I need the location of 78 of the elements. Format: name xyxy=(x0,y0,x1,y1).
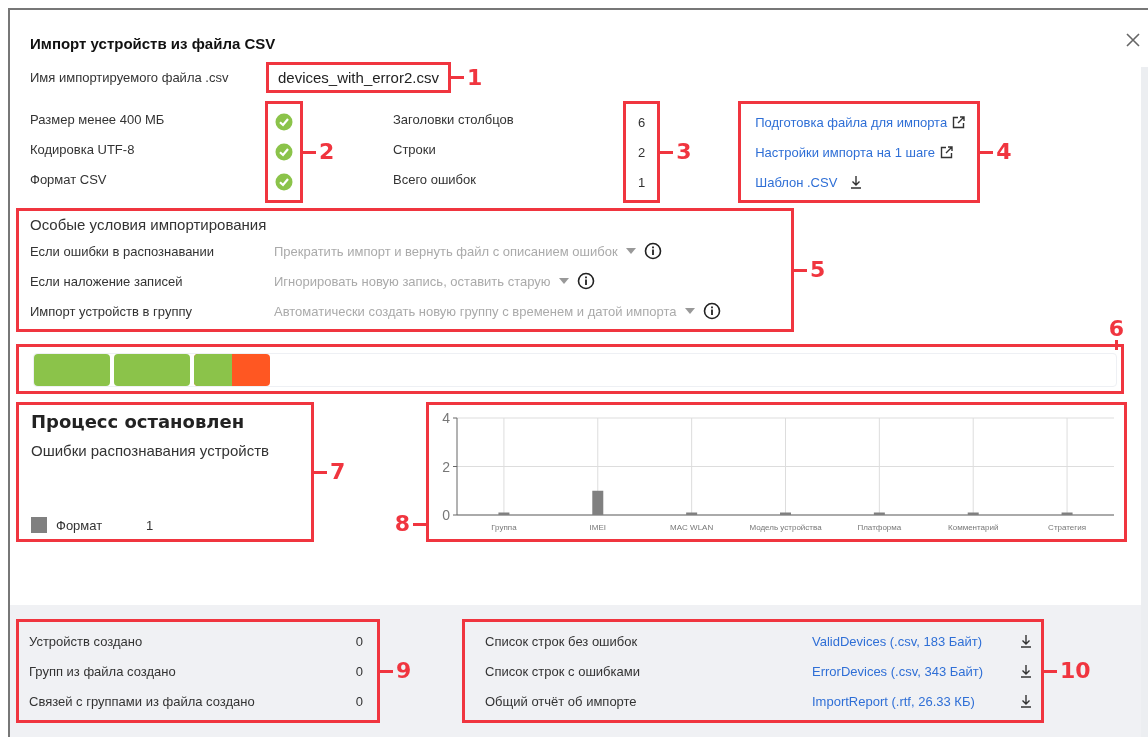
info-icon[interactable] xyxy=(702,302,721,320)
axis-category-label: IMEI xyxy=(589,523,606,532)
annotation-number: 7 xyxy=(330,461,346,483)
summary-value: 0 xyxy=(355,633,363,649)
axis-category-label: Группа xyxy=(491,523,517,532)
chart-bar xyxy=(1061,512,1073,515)
stat-label: Заголовки столбцов xyxy=(393,110,515,129)
section-title: Особые условия импортирования xyxy=(30,215,268,235)
chart-bar xyxy=(686,512,698,515)
info-icon[interactable] xyxy=(576,272,595,290)
axis-tick-label: 4 xyxy=(442,410,450,426)
axis-category-label: Стратегия xyxy=(1048,523,1086,532)
annotation-number: 9 xyxy=(396,660,412,682)
summary-value: 0 xyxy=(355,693,363,709)
status-title: Процесс остановлен xyxy=(31,411,246,432)
axis-category-label: Платформа xyxy=(857,523,902,532)
caret-icon xyxy=(625,248,636,254)
chart-bar xyxy=(592,490,604,515)
chart-bar xyxy=(873,512,885,515)
file-name-label: Имя импортируемого файла .csv xyxy=(30,70,230,85)
annotation-number: 1 xyxy=(466,66,483,89)
help-link[interactable]: Настройки импорта на 1 шаге xyxy=(755,144,935,160)
legend-value: 1 xyxy=(146,517,154,533)
stat-value: 1 xyxy=(638,173,646,192)
dropdown[interactable]: Автоматически создать новую группу с временем и датой импорта xyxy=(274,303,695,319)
dropdown[interactable]: Прекратить импорт и вернуть файл с описанием ошибок xyxy=(274,243,636,259)
axis-category-label: Модель устройства xyxy=(749,523,822,532)
check-label: Формат CSV xyxy=(30,170,108,189)
report-label: Список строк без ошибок xyxy=(485,633,639,649)
report-label: Список строк с ошибками xyxy=(485,663,641,679)
caret-icon xyxy=(558,278,569,284)
caret-icon xyxy=(684,308,695,314)
download-icon[interactable] xyxy=(850,175,863,189)
info-icon[interactable] xyxy=(643,242,662,260)
summary-label: Групп из файла создано xyxy=(29,663,176,679)
summary-label: Устройств создано xyxy=(29,633,143,649)
dialog-title: Импорт устройств из файла CSV xyxy=(30,34,276,52)
check-label: Размер менее 400 МБ xyxy=(30,110,166,129)
axis-tick-label: 2 xyxy=(442,458,450,475)
external-link-icon xyxy=(939,145,953,159)
report-link[interactable]: ImportReport (.rtf, 26.33 КБ) xyxy=(812,693,1020,709)
report-link[interactable]: ValidDevices (.csv, 183 Байт) xyxy=(812,633,1020,649)
annotation-number: 5 xyxy=(810,259,826,281)
stat-label: Строки xyxy=(393,140,437,159)
chart-bar xyxy=(967,512,979,515)
condition-label: Если наложение записей xyxy=(30,273,184,289)
close-icon[interactable] xyxy=(1126,33,1140,47)
stat-value: 2 xyxy=(638,143,646,162)
download-icon[interactable] xyxy=(1020,664,1032,678)
annotation-number: 3 xyxy=(676,141,692,163)
axis-tick-label: 0 xyxy=(442,507,450,523)
axis-category-label: Комментарий xyxy=(948,523,999,532)
annotation-number: 10 xyxy=(1060,660,1091,682)
report-label: Общий отчёт об импорте xyxy=(485,693,638,709)
dropdown[interactable]: Игнорировать новую запись, оставить старую xyxy=(274,273,569,289)
condition-label: Если ошибки в распознавании xyxy=(30,243,216,259)
download-icon[interactable] xyxy=(1020,694,1032,708)
annotation-number: 4 xyxy=(996,141,1012,163)
annotation-number: 8 xyxy=(394,513,410,535)
chart-bar xyxy=(498,512,510,515)
legend-label: Формат xyxy=(56,517,104,533)
condition-label: Импорт устройств в группу xyxy=(30,303,193,319)
annotation-number: 2 xyxy=(319,141,335,163)
help-link[interactable]: Подготовка файла для импорта xyxy=(755,114,948,130)
download-icon[interactable] xyxy=(1020,634,1032,648)
check-label: Кодировка UTF-8 xyxy=(30,140,136,159)
summary-label: Связей с группами из файла создано xyxy=(29,693,255,709)
report-link[interactable]: ErrorDevices (.csv, 343 Байт) xyxy=(812,663,1020,679)
stat-value: 6 xyxy=(638,113,646,132)
summary-value: 0 xyxy=(355,663,363,679)
axis-category-label: MAC WLAN xyxy=(670,523,714,532)
file-name: devices_with_error2.csv xyxy=(278,69,439,86)
external-link-icon xyxy=(952,115,966,129)
chart-bar xyxy=(780,512,791,515)
stat-label: Всего ошибок xyxy=(393,170,477,189)
status-subtitle: Ошибки распознавания устройств xyxy=(31,442,270,459)
help-link[interactable]: Шаблон .CSV xyxy=(755,174,838,190)
annotation-number: 6 xyxy=(1108,318,1124,340)
